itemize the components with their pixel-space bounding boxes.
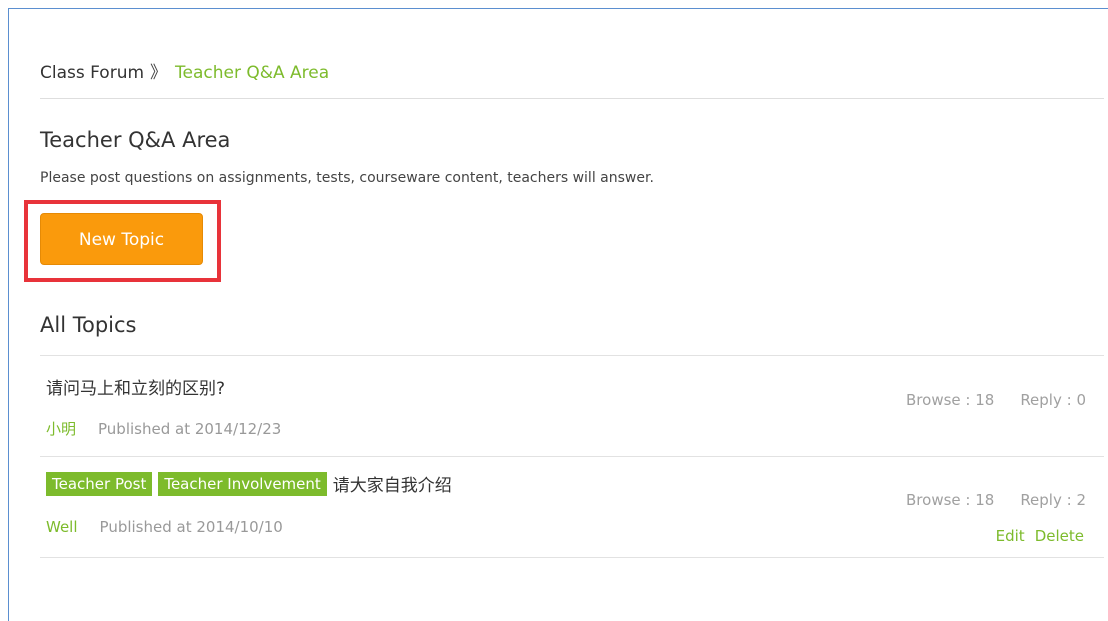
topic-stats: Browse : 18 Reply : 0 (906, 391, 1086, 409)
topic-reply-count: Reply : 2 (1020, 491, 1086, 509)
topic-title: Teacher Post Teacher Involvement 请大家自我介绍 (46, 471, 452, 496)
edit-topic-link[interactable]: Edit (996, 527, 1025, 545)
delete-topic-link[interactable]: Delete (1035, 527, 1084, 545)
breadcrumb: Class Forum 》 Teacher Q&A Area (40, 58, 329, 83)
new-topic-button[interactable]: New Topic (40, 213, 203, 265)
topic-divider (40, 557, 1104, 558)
topic-row: 请问马上和立刻的区别? 小明 Published at 2014/12/23 Br… (40, 356, 1104, 456)
topic-stats: Browse : 18 Reply : 2 (906, 491, 1086, 509)
breadcrumb-current[interactable]: Teacher Q&A Area (175, 63, 329, 83)
teacher-post-tag: Teacher Post (46, 471, 153, 496)
topic-title-link[interactable]: 请问马上和立刻的区别? (46, 379, 225, 399)
topic-browse-count: Browse : 18 (906, 491, 995, 509)
topic-published-date: Published at 2014/10/10 (99, 518, 283, 536)
all-topics-heading: All Topics (40, 313, 137, 337)
teacher-involvement-tag: Teacher Involvement (158, 471, 327, 496)
topic-reply-count: Reply : 0 (1020, 391, 1086, 409)
topic-browse-count: Browse : 18 (906, 391, 995, 409)
header-divider (40, 98, 1104, 99)
topic-meta: 小明 Published at 2014/12/23 (46, 418, 281, 439)
topic-title-link[interactable]: 请大家自我介绍 (333, 476, 452, 496)
topic-meta: Well Published at 2014/10/10 (46, 518, 283, 536)
breadcrumb-separator: 》 (150, 63, 168, 83)
topic-author[interactable]: 小明 (46, 420, 76, 438)
topic-author[interactable]: Well (46, 518, 78, 536)
topic-row: Teacher Post Teacher Involvement 请大家自我介绍 W… (40, 457, 1104, 557)
topic-actions: Edit Delete (986, 527, 1084, 545)
breadcrumb-class-forum-link[interactable]: Class Forum (40, 63, 144, 83)
topic-title: 请问马上和立刻的区别? (46, 374, 225, 399)
page-title: Teacher Q&A Area (40, 128, 231, 152)
area-description: Please post questions on assignments, te… (40, 170, 654, 186)
topic-published-date: Published at 2014/12/23 (98, 420, 282, 438)
